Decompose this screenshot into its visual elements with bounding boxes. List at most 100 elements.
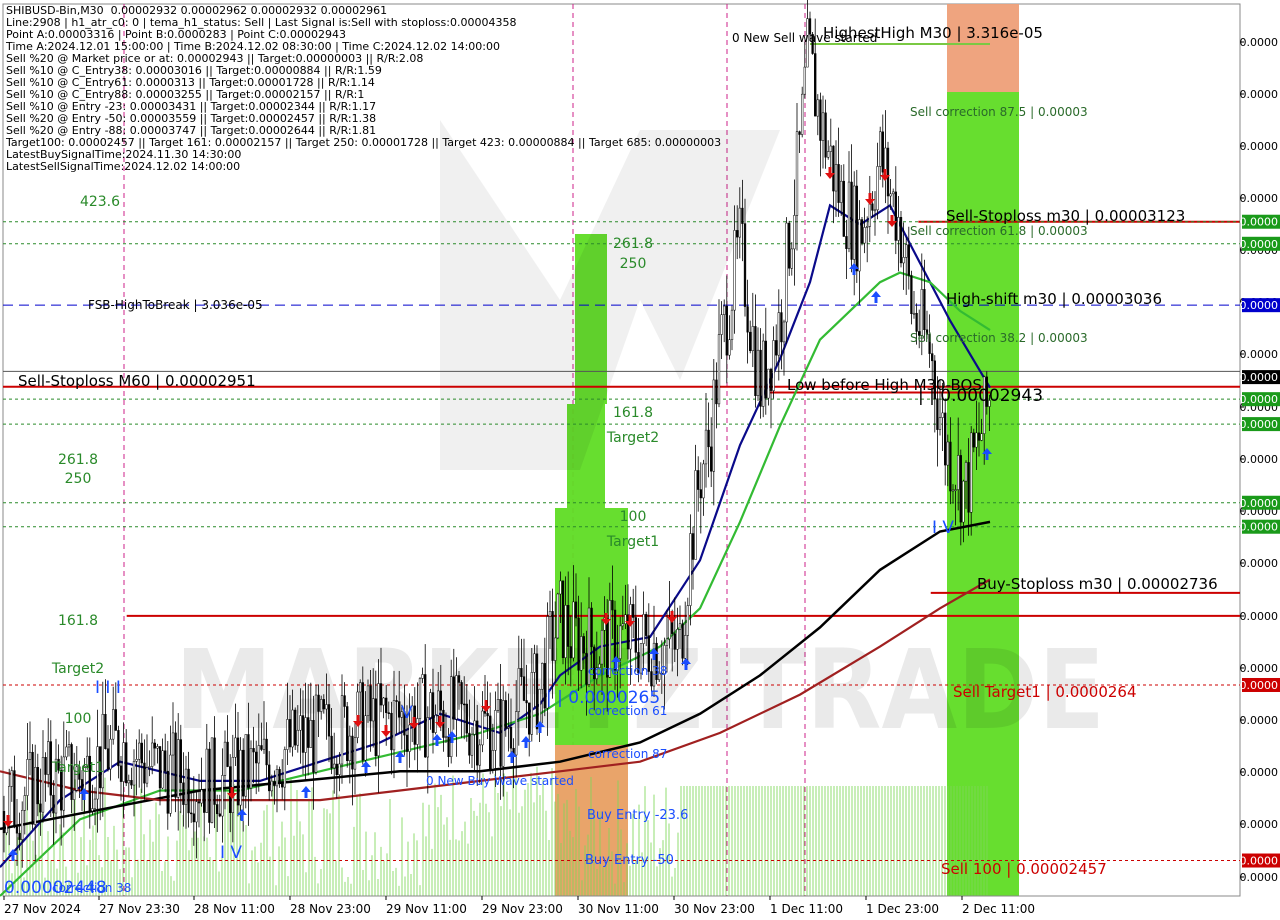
price-tag-label: 0.0000 bbox=[1240, 521, 1279, 534]
info-line: LatestSellSignalTime:2024.12.02 14:00:00 bbox=[6, 160, 241, 173]
candle-body bbox=[333, 763, 336, 769]
candle-body bbox=[798, 131, 801, 135]
candle-body bbox=[44, 757, 47, 775]
candle-body bbox=[463, 703, 466, 706]
candle-body bbox=[299, 715, 302, 731]
candle-body bbox=[161, 750, 164, 789]
time-tick-label: 1 Dec 23:00 bbox=[866, 902, 939, 916]
info-panel: SHIBUSD-Bin,M30 0.00002932 0.00002962 0.… bbox=[6, 5, 721, 173]
candle-body bbox=[322, 699, 325, 710]
candle-body bbox=[221, 775, 224, 817]
candle-body bbox=[702, 463, 705, 499]
candle-body bbox=[249, 748, 253, 789]
chart-annotation: correction 87 bbox=[588, 747, 667, 761]
candle-body bbox=[715, 379, 718, 405]
candle-body bbox=[535, 653, 539, 730]
candle-body bbox=[785, 222, 788, 323]
candle-body bbox=[169, 754, 172, 814]
candle-body bbox=[801, 93, 804, 135]
candle-body bbox=[491, 750, 494, 770]
candle-body bbox=[273, 780, 276, 787]
candle-body bbox=[65, 746, 68, 758]
candle-body bbox=[101, 714, 104, 789]
candle-body bbox=[697, 470, 700, 490]
candle-body bbox=[728, 339, 731, 356]
candle-body bbox=[496, 699, 500, 711]
candle-body bbox=[34, 767, 37, 825]
candle-body bbox=[171, 732, 175, 756]
candle-body bbox=[10, 770, 13, 787]
candle-body bbox=[972, 432, 975, 448]
candle-body bbox=[257, 745, 260, 764]
candle-body bbox=[551, 611, 554, 661]
candle-body bbox=[122, 742, 125, 782]
candle-body bbox=[80, 779, 84, 792]
candle-body bbox=[213, 737, 216, 805]
candle-body bbox=[434, 714, 437, 733]
candle-body bbox=[611, 600, 614, 611]
candle-body bbox=[307, 717, 310, 748]
candle-body bbox=[143, 762, 146, 784]
candle-body bbox=[455, 675, 458, 720]
candle-body bbox=[343, 695, 346, 707]
candle-body bbox=[634, 617, 637, 653]
candle-body bbox=[135, 759, 138, 762]
candle-body bbox=[515, 711, 518, 756]
candle-body bbox=[819, 99, 822, 141]
candle-body bbox=[164, 750, 167, 772]
candle-body bbox=[392, 700, 396, 751]
candle-body bbox=[151, 742, 154, 767]
candle-body bbox=[387, 712, 390, 714]
candle-body bbox=[572, 601, 575, 659]
candle-body bbox=[967, 462, 970, 513]
price-tag-label: 0.0000 bbox=[1240, 371, 1279, 384]
candle-body bbox=[507, 727, 510, 729]
candle-body bbox=[338, 763, 341, 775]
candle-body bbox=[138, 742, 141, 760]
candle-body bbox=[749, 331, 752, 351]
chart-annotation: correction 38 bbox=[52, 881, 131, 895]
candle-body bbox=[372, 698, 375, 722]
candle-body bbox=[127, 780, 130, 784]
candle-body bbox=[970, 432, 973, 513]
candle-body bbox=[450, 676, 453, 757]
candle-body bbox=[520, 668, 523, 677]
candle-body bbox=[140, 742, 143, 764]
candle-body bbox=[556, 593, 559, 639]
candle-body bbox=[312, 720, 315, 773]
candle-body bbox=[842, 180, 845, 237]
candle-body bbox=[964, 462, 968, 482]
candle-body bbox=[860, 219, 864, 244]
candle-body bbox=[777, 312, 780, 356]
candle-body bbox=[541, 663, 544, 690]
time-tick-label: 30 Nov 23:00 bbox=[674, 902, 755, 916]
candle-body bbox=[268, 764, 271, 792]
candle-body bbox=[559, 580, 562, 595]
candle-body bbox=[106, 748, 110, 770]
candle-body bbox=[478, 744, 481, 766]
candle-body bbox=[920, 289, 923, 336]
candle-body bbox=[580, 636, 583, 671]
candle-body bbox=[525, 700, 528, 704]
candle-body bbox=[954, 489, 957, 491]
candle-body bbox=[304, 717, 307, 753]
candle-body bbox=[962, 480, 965, 523]
candle-body bbox=[325, 704, 328, 710]
candle-body bbox=[767, 368, 770, 399]
price-tick-label: 0.0000 bbox=[1240, 348, 1279, 361]
price-tag-label: 0.0000 bbox=[1240, 216, 1279, 229]
chart-annotation: 250 bbox=[65, 471, 92, 487]
candle-body bbox=[582, 636, 585, 654]
chart-annotation: Sell correction 87.5 | 0.00003 bbox=[910, 105, 1088, 119]
chart-annotation: Sell correction 38.2 | 0.00003 bbox=[910, 331, 1088, 345]
candle-body bbox=[468, 732, 471, 756]
candle-body bbox=[876, 166, 879, 211]
candle-body bbox=[309, 720, 312, 748]
level-label: Sell-Stoploss m30 | 0.00003123 bbox=[946, 207, 1185, 225]
candle-body bbox=[824, 112, 827, 158]
candle-body bbox=[821, 112, 825, 141]
candle-body bbox=[153, 742, 156, 749]
candle-body bbox=[369, 685, 372, 722]
candle-body bbox=[91, 808, 94, 812]
candle-body bbox=[938, 417, 942, 430]
